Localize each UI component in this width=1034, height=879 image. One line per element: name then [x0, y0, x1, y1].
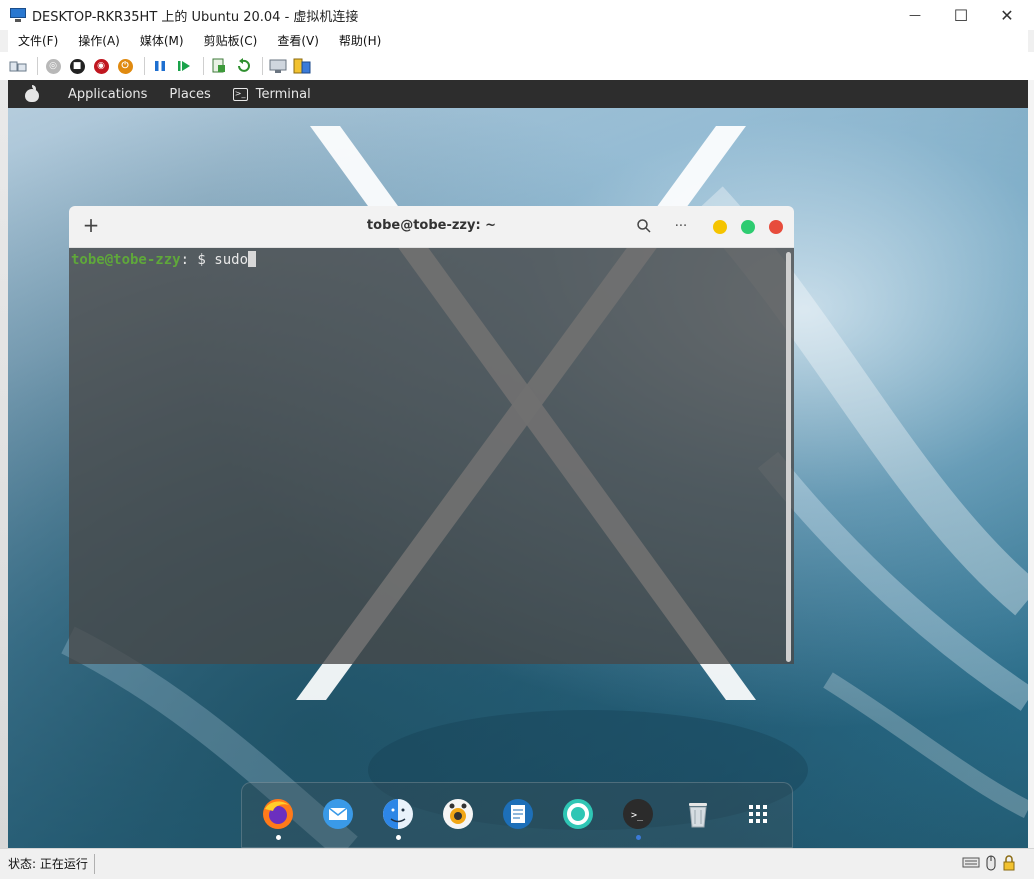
menu-file[interactable]: 文件(F) — [8, 30, 68, 52]
window-title-bar[interactable]: DESKTOP-RKR35HT 上的 Ubuntu 20.04 - 虚拟机连接 … — [0, 0, 1034, 30]
toolbar-separator — [37, 57, 38, 75]
toolbar-separator — [203, 57, 204, 75]
turn-off-button[interactable]: ■ — [67, 56, 87, 76]
maximize-button[interactable]: ☐ — [938, 0, 984, 30]
keyboard-icon — [962, 857, 980, 868]
dock-trash[interactable] — [681, 797, 715, 831]
menu-view[interactable]: 查看(V) — [267, 30, 329, 52]
start-button[interactable]: ◎ — [43, 56, 63, 76]
dock-running-indicator — [636, 835, 641, 840]
toolbar-separator — [262, 57, 263, 75]
trash-icon — [689, 803, 707, 828]
host-desktop-edge — [0, 80, 8, 848]
menu-action[interactable]: 操作(A) — [68, 30, 130, 52]
host-desktop-edge-right — [1028, 80, 1034, 848]
mail-icon — [323, 799, 353, 829]
terminal-menu[interactable]: >_ Terminal — [232, 86, 311, 102]
maximize-icon: ☐ — [953, 5, 969, 25]
revert-icon — [238, 58, 250, 72]
help-icon — [563, 799, 593, 829]
pause-icon — [155, 61, 165, 71]
svg-text:>_: >_ — [631, 810, 644, 821]
applications-menu[interactable]: Applications — [68, 87, 147, 102]
mouse-icon — [986, 855, 996, 871]
places-menu[interactable]: Places — [169, 87, 210, 102]
menu-media[interactable]: 媒体(M) — [130, 30, 194, 52]
firefox-icon — [263, 799, 293, 829]
start-icon: ◎ — [45, 58, 61, 74]
enhanced-session-button[interactable] — [268, 56, 288, 76]
terminal-scrollbar[interactable] — [786, 252, 791, 662]
power-button[interactable]: ⏻ — [115, 56, 135, 76]
status-bar: 状态: 正在运行 — [0, 848, 1034, 879]
ubuntu-top-bar: Applications Places >_ Terminal — [8, 80, 1028, 108]
shut-down-button[interactable]: ◉ — [91, 56, 111, 76]
close-button[interactable]: ✕ — [984, 0, 1030, 30]
close-icon: ✕ — [1000, 5, 1014, 25]
terminal-output[interactable]: tobe@tobe-zzy: $ sudo — [69, 248, 794, 664]
terminal-minimize-button[interactable] — [713, 220, 727, 234]
terminal-prompt-line: tobe@tobe-zzy: $ sudo — [71, 251, 794, 268]
minimize-button[interactable]: — — [892, 0, 938, 30]
menu-clipboard[interactable]: 剪贴板(C) — [194, 30, 268, 52]
text-cursor — [248, 251, 257, 267]
pause-button[interactable] — [150, 56, 170, 76]
status-text: 状态: 正在运行 — [8, 854, 95, 874]
share-button[interactable] — [292, 56, 312, 76]
dock-screenshot[interactable] — [441, 797, 475, 831]
text-editor-icon — [503, 799, 533, 829]
terminal-small-icon: >_ — [232, 87, 248, 101]
resume-button[interactable] — [174, 56, 194, 76]
status-icons — [962, 855, 1016, 871]
dock-running-indicator — [396, 835, 401, 840]
menu-button[interactable]: ··· — [672, 217, 690, 235]
prompt-separator: : $ — [180, 252, 215, 268]
prompt-user: tobe@tobe-zzy — [71, 252, 181, 268]
menu-bar: 文件(F) 操作(A) 媒体(M) 剪贴板(C) 查看(V) 帮助(H) — [8, 30, 1028, 52]
command-text: sudo — [214, 252, 249, 268]
window-title: DESKTOP-RKR35HT 上的 Ubuntu 20.04 - 虚拟机连接 — [32, 9, 359, 25]
dock-text-editor[interactable] — [501, 797, 535, 831]
terminal-header[interactable]: + tobe@tobe-zzy: ~ ··· — [69, 206, 794, 248]
menu-help[interactable]: 帮助(H) — [329, 30, 391, 52]
vm-connection-icon — [10, 8, 26, 22]
dock-help[interactable] — [561, 797, 595, 831]
shut-down-icon: ◉ — [93, 58, 109, 74]
more-icon: ··· — [674, 218, 688, 234]
lock-icon — [1003, 855, 1015, 871]
ctrl-alt-del-button[interactable] — [8, 56, 28, 76]
terminal-close-button[interactable] — [769, 220, 783, 234]
power-icon: ⏻ — [117, 58, 133, 74]
dock-finder[interactable] — [381, 797, 415, 831]
dock-firefox[interactable] — [261, 797, 295, 831]
ctrl-alt-del-icon — [9, 61, 27, 72]
vm-display[interactable]: Applications Places >_ Terminal + tobe@t… — [8, 80, 1028, 848]
terminal-maximize-button[interactable] — [741, 220, 755, 234]
search-icon — [637, 219, 651, 233]
app-grid-icon — [749, 805, 767, 823]
terminal-menu-label: Terminal — [255, 86, 311, 102]
toolbar: ◎ ■ ◉ ⏻ — [0, 52, 1034, 80]
dock: >_ — [241, 782, 793, 848]
search-button[interactable] — [635, 217, 653, 235]
toolbar-separator — [144, 57, 145, 75]
turn-off-icon: ■ — [69, 58, 85, 74]
resume-icon — [178, 61, 190, 71]
apple-menu-icon[interactable] — [24, 85, 40, 103]
dock-mail[interactable] — [321, 797, 355, 831]
dock-app-grid[interactable] — [741, 797, 775, 831]
dock-terminal[interactable]: >_ — [621, 797, 655, 831]
dock-running-indicator — [276, 835, 281, 840]
finder-icon — [383, 799, 413, 829]
terminal-window[interactable]: + tobe@tobe-zzy: ~ ··· tobe@tobe-zzy: $ … — [69, 206, 794, 664]
screenshot-icon — [443, 799, 473, 829]
checkpoint-button[interactable] — [209, 56, 229, 76]
revert-button[interactable] — [233, 56, 253, 76]
share-icon — [293, 58, 311, 74]
terminal-icon: >_ — [623, 799, 653, 829]
minimize-icon: — — [909, 8, 921, 22]
enhanced-session-icon — [269, 59, 287, 73]
checkpoint-icon — [212, 58, 225, 73]
